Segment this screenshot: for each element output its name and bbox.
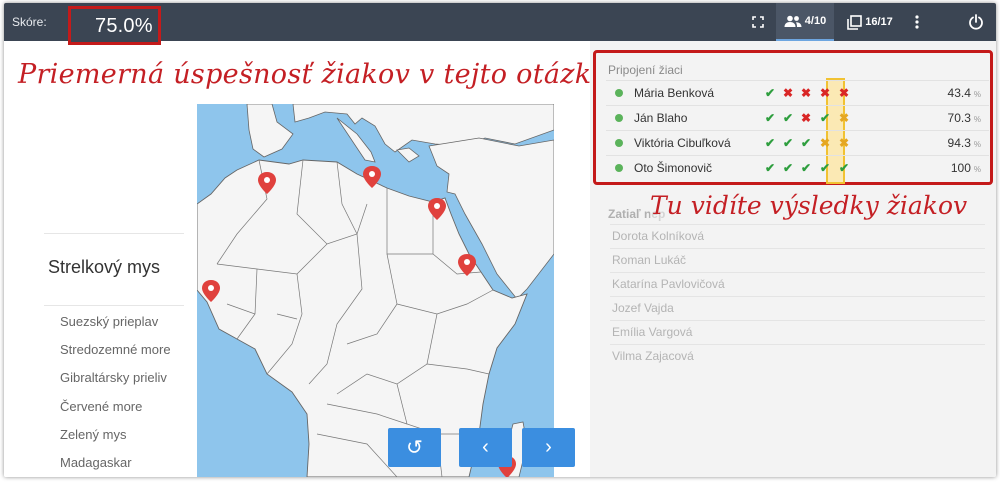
cross-icon: ✖ bbox=[838, 111, 850, 125]
student-name: Mária Benková bbox=[634, 86, 715, 100]
africa-map bbox=[197, 104, 554, 477]
check-icon: ✔ bbox=[838, 161, 850, 175]
cross-icon: ✖ bbox=[782, 86, 794, 100]
app-window: Skóre: 4/10 16/17 75.0% Priemerná úspešn… bbox=[4, 3, 996, 477]
divider bbox=[610, 272, 985, 273]
power-button[interactable] bbox=[966, 3, 986, 41]
students-count: 4/10 bbox=[804, 15, 827, 27]
student-score: 43.4% bbox=[948, 86, 981, 100]
score-value: 75.0% bbox=[95, 15, 153, 37]
divider bbox=[610, 296, 985, 297]
option-item[interactable]: Gibraltársky prieliv bbox=[60, 370, 167, 385]
score-value: 100 bbox=[950, 161, 971, 175]
cross-icon: ✖ bbox=[819, 136, 831, 150]
online-status-icon bbox=[615, 139, 623, 147]
connected-students: Pripojení žiaci Mária Benková ✔ ✖ ✖ ✖ ✖ 43.4% J… bbox=[593, 50, 993, 185]
student-score: 100% bbox=[951, 161, 981, 175]
percent-unit: % bbox=[973, 165, 981, 174]
next-button[interactable]: › bbox=[522, 428, 575, 467]
prev-button[interactable]: ‹ bbox=[459, 428, 512, 467]
option-item[interactable]: Suezský prieplav bbox=[60, 314, 158, 329]
cross-icon: ✖ bbox=[819, 86, 831, 100]
score-value: 43.4 bbox=[947, 86, 971, 100]
check-icon: ✔ bbox=[782, 136, 794, 150]
pending-student: Jozef Vajda bbox=[612, 301, 674, 315]
cross-icon: ✖ bbox=[838, 86, 850, 100]
check-icon: ✔ bbox=[764, 161, 776, 175]
chevron-right-icon: › bbox=[545, 436, 552, 458]
fullscreen-icon bbox=[752, 16, 764, 28]
check-icon: ✔ bbox=[782, 111, 794, 125]
student-row[interactable]: Viktória Cibuľková ✔ ✔ ✔ ✖ ✖ 94.3% bbox=[606, 130, 989, 154]
option-item[interactable]: Červené more bbox=[60, 399, 142, 414]
check-icon: ✔ bbox=[800, 136, 812, 150]
percent-unit: % bbox=[973, 90, 981, 99]
check-icon: ✔ bbox=[819, 161, 831, 175]
divider bbox=[610, 344, 985, 345]
online-status-icon bbox=[615, 114, 623, 122]
users-icon bbox=[784, 15, 802, 27]
online-status-icon bbox=[615, 89, 623, 97]
check-icon: ✔ bbox=[764, 111, 776, 125]
annotation-average: Priemerná úspešnosť žiakov v tejto otázk… bbox=[18, 59, 608, 90]
student-name: Oto Šimonovič bbox=[634, 161, 713, 175]
percent-unit: % bbox=[973, 140, 981, 149]
connected-title: Pripojení žiaci bbox=[608, 63, 683, 77]
student-score: 70.3% bbox=[948, 111, 981, 125]
chevron-left-icon: ‹ bbox=[482, 436, 489, 458]
check-icon: ✔ bbox=[800, 161, 812, 175]
divider bbox=[44, 233, 184, 234]
score-label: Skóre: bbox=[12, 15, 47, 29]
annotation-results: Tu vidíte výsledky žiakov bbox=[650, 191, 968, 220]
more-button[interactable] bbox=[910, 3, 924, 41]
online-status-icon bbox=[615, 164, 623, 172]
student-row[interactable]: Mária Benková ✔ ✖ ✖ ✖ ✖ 43.4% bbox=[606, 80, 989, 104]
map-view[interactable] bbox=[197, 104, 554, 477]
divider bbox=[610, 224, 985, 225]
questions-count: 16/17 bbox=[865, 16, 893, 28]
divider bbox=[610, 320, 985, 321]
questions-button[interactable]: 16/17 bbox=[840, 3, 900, 41]
student-name: Viktória Cibuľková bbox=[634, 136, 731, 150]
option-item[interactable]: Zelený mys bbox=[60, 427, 126, 442]
questions-icon bbox=[847, 14, 863, 30]
power-icon bbox=[969, 14, 983, 30]
score-display: 75.0% bbox=[68, 6, 161, 45]
check-icon: ✔ bbox=[819, 111, 831, 125]
pending-student: Emília Vargová bbox=[612, 325, 693, 339]
cross-icon: ✖ bbox=[800, 86, 812, 100]
question-title: Strelkový mys bbox=[48, 257, 161, 277]
option-item[interactable]: Madagaskar bbox=[60, 455, 132, 470]
option-item[interactable]: Stredozemné more bbox=[60, 342, 171, 357]
students-panel: Pripojení žiaci Mária Benková ✔ ✖ ✖ ✖ ✖ 43.4% J… bbox=[590, 41, 996, 477]
student-row[interactable]: Ján Blaho ✔ ✔ ✖ ✔ ✖ 70.3% bbox=[606, 105, 989, 129]
pending-student: Dorota Kolníková bbox=[612, 229, 705, 243]
score-value: 70.3 bbox=[947, 111, 971, 125]
student-score: 94.3% bbox=[948, 136, 981, 150]
students-button[interactable]: 4/10 bbox=[776, 3, 834, 41]
reset-button[interactable]: ↺ bbox=[388, 428, 441, 467]
check-icon: ✔ bbox=[764, 136, 776, 150]
score-value: 94.3 bbox=[947, 136, 971, 150]
student-name: Ján Blaho bbox=[634, 111, 688, 125]
check-icon: ✔ bbox=[782, 161, 794, 175]
fullscreen-button[interactable] bbox=[749, 3, 767, 41]
student-row[interactable]: Oto Šimonovič ✔ ✔ ✔ ✔ ✔ 100% bbox=[606, 155, 989, 179]
question-panel: Priemerná úspešnosť žiakov v tejto otázk… bbox=[4, 41, 607, 477]
reset-icon: ↺ bbox=[406, 437, 423, 459]
check-icon: ✔ bbox=[764, 86, 776, 100]
divider bbox=[610, 248, 985, 249]
pending-student: Vilma Zajacová bbox=[612, 349, 694, 363]
cross-icon: ✖ bbox=[838, 136, 850, 150]
pending-student: Roman Lukáč bbox=[612, 253, 687, 267]
cross-icon: ✖ bbox=[800, 111, 812, 125]
divider bbox=[44, 305, 184, 306]
pending-student: Katarína Pavlovičová bbox=[612, 277, 725, 291]
percent-unit: % bbox=[973, 115, 981, 124]
more-vert-icon bbox=[915, 15, 919, 29]
